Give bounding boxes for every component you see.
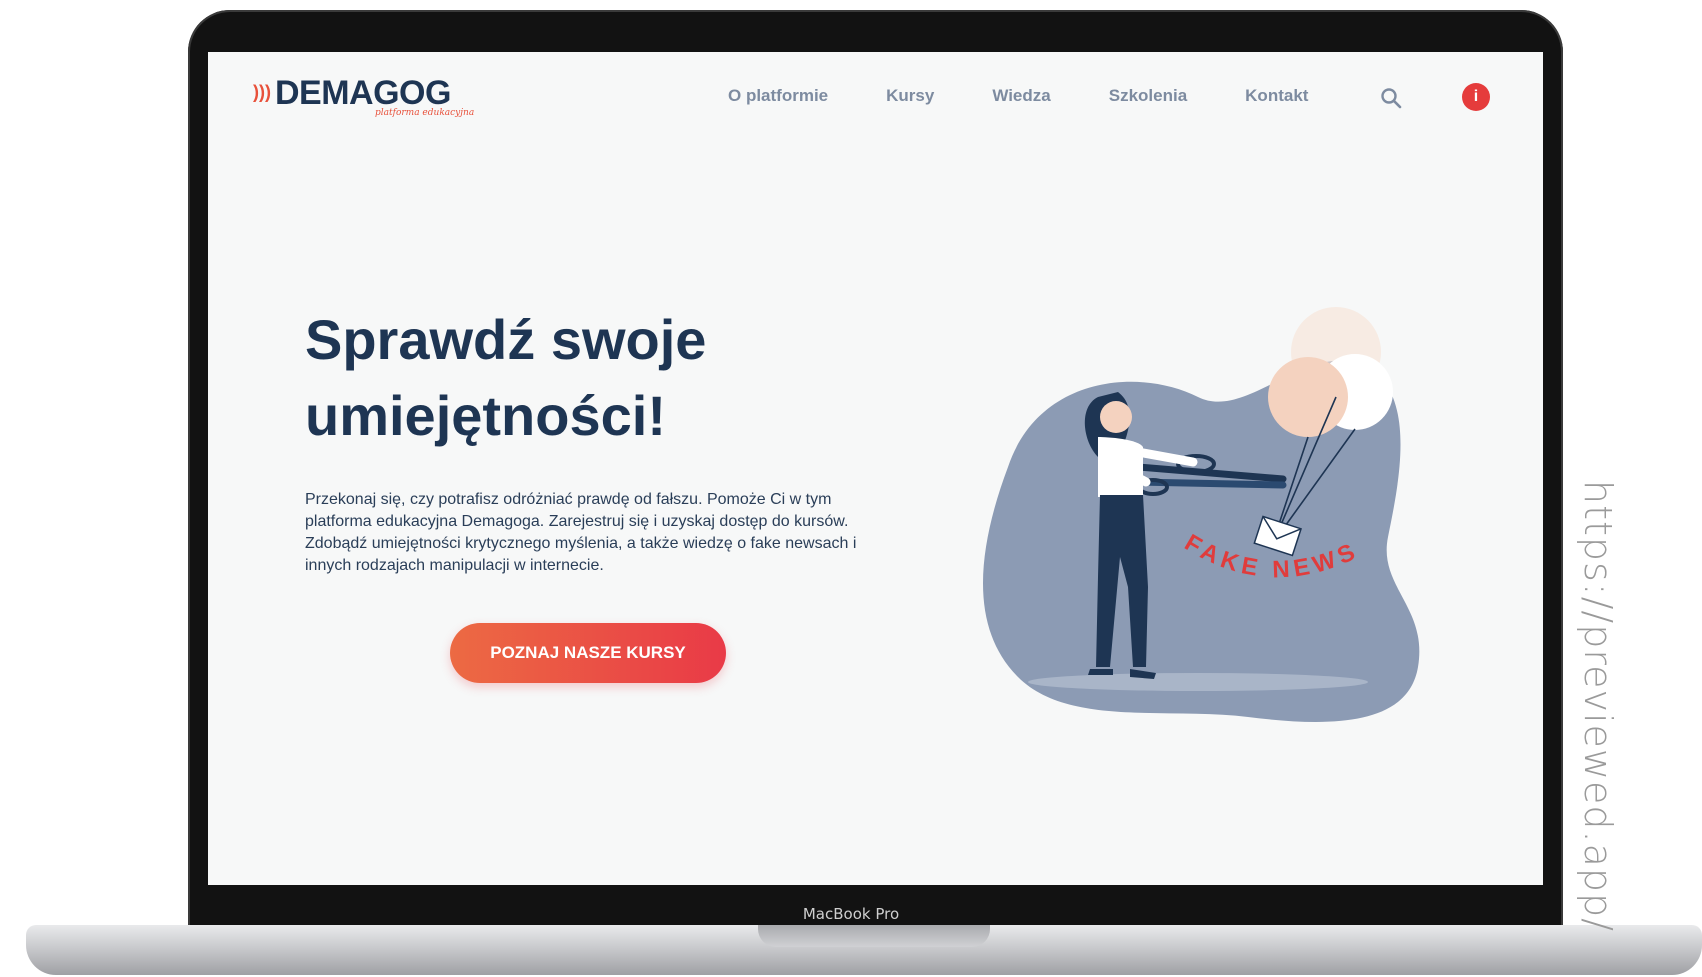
hero-description: Przekonaj się, czy potrafisz odróżniać p… [305, 491, 857, 574]
hero-title: Sprawdź swoje umiejętności! [305, 308, 707, 447]
laptop-notch [758, 925, 990, 947]
device-mockup: ))) DEMAGOG platforma edukacyjna O platf… [0, 0, 1702, 977]
main-nav: O platformie Kursy Wiedza Szkolenia Kont… [728, 86, 1366, 106]
nav-item-o-platformie[interactable]: O platformie [728, 86, 828, 106]
nav-item-kontakt[interactable]: Kontakt [1245, 86, 1308, 106]
watermark-url: https://previewed.app/ [1576, 480, 1620, 932]
search-icon[interactable] [1380, 87, 1402, 109]
laptop-screen: ))) DEMAGOG platforma edukacyjna O platf… [208, 52, 1543, 885]
device-label: MacBook Pro [802, 905, 900, 923]
nav-item-kursy[interactable]: Kursy [886, 86, 934, 106]
fake-news-illustration: FAKE NEWS [983, 307, 1420, 722]
courses-cta-button[interactable]: POZNAJ NASZE KURSY [450, 623, 726, 683]
logo-tagline: platforma edukacyjna [375, 108, 475, 118]
sound-waves-icon: ))) [253, 82, 271, 102]
nav-item-wiedza[interactable]: Wiedza [992, 86, 1050, 106]
nav-item-szkolenia[interactable]: Szkolenia [1109, 86, 1187, 106]
info-icon[interactable]: i [1462, 83, 1490, 111]
